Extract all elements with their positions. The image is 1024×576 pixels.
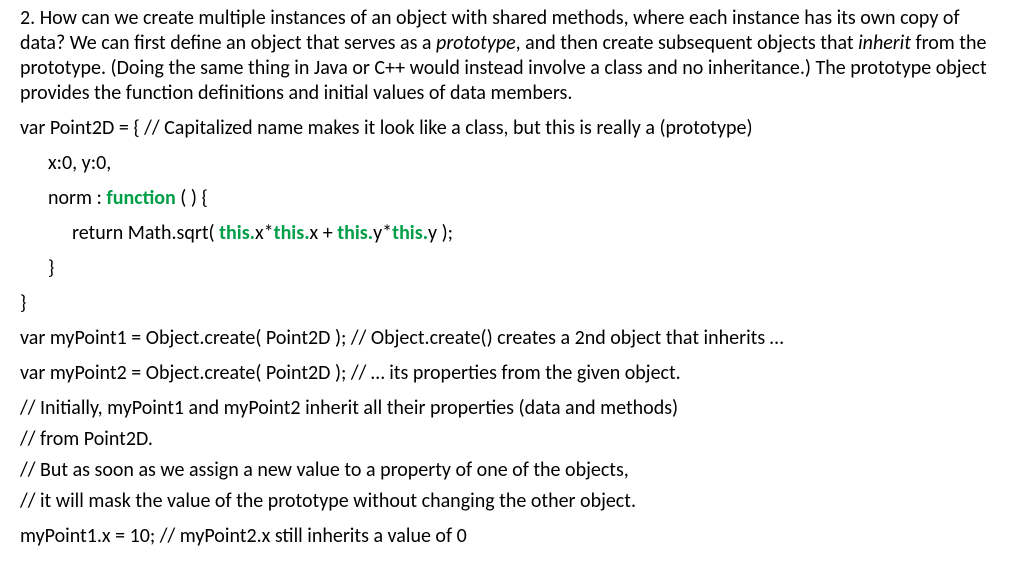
code-line-7: var myPoint1 = Object.create( Point2D );… xyxy=(20,326,1004,351)
code-line-9: // Initially, myPoint1 and myPoint2 inhe… xyxy=(20,396,1004,421)
code-line-2: x:0, y:0, xyxy=(20,151,1004,176)
keyword-this-2: this. xyxy=(274,221,310,245)
keyword-this-4: this. xyxy=(392,221,428,245)
intro-paragraph: 2. How can we create multiple instances … xyxy=(20,6,1004,106)
code-line-6: } xyxy=(20,291,1004,316)
code-l4-b: x* xyxy=(255,221,274,245)
keyword-this-1: this. xyxy=(219,221,255,245)
code-line-3: norm : function ( ) { xyxy=(20,186,1004,211)
keyword-this-3: this. xyxy=(337,221,373,245)
code-line-5: } xyxy=(20,256,1004,281)
code-line-11: // But as soon as we assign a new value … xyxy=(20,458,1004,483)
comment-block: // Initially, myPoint1 and myPoint2 inhe… xyxy=(20,396,1004,514)
code-line-4: return Math.sqrt( this.x*this.x + this.y… xyxy=(20,221,1004,246)
code-l4-c: x + xyxy=(310,221,338,245)
intro-italic-2: inherit xyxy=(858,31,911,55)
intro-text-2: , and then create subsequent objects tha… xyxy=(516,31,858,55)
code-line-10: // from Point2D. xyxy=(20,427,1004,452)
code-l3-b: ( ) { xyxy=(176,186,208,210)
keyword-function: function xyxy=(106,186,175,210)
code-l4-e: y ); xyxy=(428,221,453,245)
question-number: 2. xyxy=(20,6,40,30)
code-line-1: var Point2D = { // Capitalized name make… xyxy=(20,116,1004,141)
intro-italic-1: prototype xyxy=(436,31,516,55)
code-l3-a: norm : xyxy=(48,186,106,210)
code-line-13: myPoint1.x = 10; // myPoint2.x still inh… xyxy=(20,524,1004,549)
code-l4-a: return Math.sqrt( xyxy=(72,221,219,245)
code-l4-d: y* xyxy=(373,221,392,245)
code-line-12: // it will mask the value of the prototy… xyxy=(20,489,1004,514)
code-line-8: var myPoint2 = Object.create( Point2D );… xyxy=(20,361,1004,386)
